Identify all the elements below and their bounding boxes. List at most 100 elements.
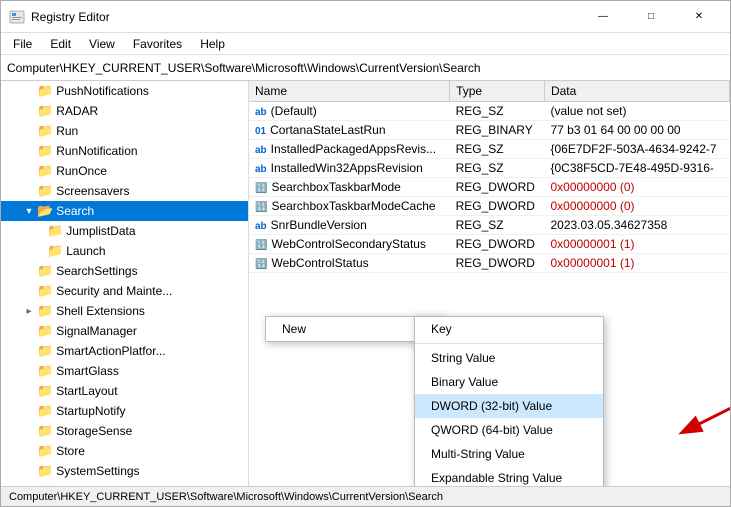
minimize-button[interactable]: — bbox=[580, 2, 626, 32]
string-icon: ab bbox=[255, 164, 267, 175]
table-row[interactable]: 01CortanaStateLastRunREG_BINARY77 b3 01 … bbox=[249, 121, 730, 140]
menu-item-file[interactable]: File bbox=[5, 35, 40, 53]
tree-item-label: RunNotification bbox=[56, 144, 137, 158]
tree-item[interactable]: 📁SearchSettings bbox=[1, 261, 248, 281]
menu-item-help[interactable]: Help bbox=[192, 35, 233, 53]
tree-item-label: Run bbox=[56, 124, 78, 138]
table-row[interactable]: abInstalledWin32AppsRevisionREG_SZ{0C38F… bbox=[249, 159, 730, 178]
tree-item[interactable]: 📁RunNotification bbox=[1, 141, 248, 161]
tree-item[interactable]: 📁SmartActionPlatfor... bbox=[1, 341, 248, 361]
title-bar-left: Registry Editor bbox=[9, 9, 110, 25]
tree-item-label: SearchSettings bbox=[56, 264, 137, 278]
menu-item-edit[interactable]: Edit bbox=[42, 35, 79, 53]
tree-item[interactable]: 📁SystemSettings bbox=[1, 461, 248, 481]
title-bar-controls: — □ ✕ bbox=[580, 2, 722, 32]
title-bar: Registry Editor — □ ✕ bbox=[1, 1, 730, 33]
maximize-button[interactable]: □ bbox=[628, 2, 674, 32]
dword-icon: 🔢 bbox=[255, 183, 267, 194]
menu-item-favorites[interactable]: Favorites bbox=[125, 35, 190, 53]
submenu-item[interactable]: Key bbox=[415, 317, 603, 341]
folder-icon: 📁 bbox=[47, 223, 63, 239]
cell-name: ab(Default) bbox=[249, 102, 450, 121]
cell-data: 0x00000000 (0) bbox=[544, 178, 729, 197]
tree-item[interactable]: 📁RADAR bbox=[1, 101, 248, 121]
cell-data: (value not set) bbox=[544, 102, 729, 121]
folder-icon: 📁 bbox=[37, 403, 53, 419]
folder-icon: 📁 bbox=[37, 83, 53, 99]
tree-item[interactable]: 📁Launch bbox=[1, 241, 248, 261]
table-row[interactable]: 🔢WebControlStatusREG_DWORD0x00000001 (1) bbox=[249, 254, 730, 273]
tree-item[interactable]: 📁Screensavers bbox=[1, 181, 248, 201]
tree-item[interactable]: 📁StorageSense bbox=[1, 421, 248, 441]
tree-item[interactable]: 📁StartupNotify bbox=[1, 401, 248, 421]
cell-name-text: SearchboxTaskbarMode bbox=[271, 180, 400, 194]
menu-item-view[interactable]: View bbox=[81, 35, 123, 53]
tree-item-label: StartupNotify bbox=[56, 404, 125, 418]
submenu-item[interactable]: Binary Value bbox=[415, 370, 603, 394]
tree-item[interactable]: 📁Run bbox=[1, 121, 248, 141]
submenu-overlay: Key String ValueBinary ValueDWORD (32-bit… bbox=[414, 316, 604, 486]
cell-type: REG_DWORD bbox=[450, 197, 545, 216]
folder-icon: 📁 bbox=[37, 423, 53, 439]
table-row[interactable]: ab(Default)REG_SZ(value not set) bbox=[249, 102, 730, 121]
cell-type: REG_SZ bbox=[450, 159, 545, 178]
cell-name-text: WebControlStatus bbox=[271, 256, 368, 270]
tree-item-label: SignalManager bbox=[56, 324, 137, 338]
cell-type: REG_DWORD bbox=[450, 178, 545, 197]
tree-item-label: Screensavers bbox=[56, 184, 129, 198]
tree-item[interactable]: 📁PushNotifications bbox=[1, 81, 248, 101]
folder-icon: 📁 bbox=[47, 243, 63, 259]
folder-icon: 📁 bbox=[37, 163, 53, 179]
status-bar: Computer\HKEY_CURRENT_USER\Software\Micr… bbox=[1, 486, 730, 506]
folder-icon: 📁 bbox=[37, 123, 53, 139]
cell-data: 0x00000001 (1) bbox=[544, 254, 729, 273]
folder-icon: 📁 bbox=[37, 103, 53, 119]
table-row[interactable]: abSnrBundleVersionREG_SZ2023.03.05.34627… bbox=[249, 216, 730, 235]
tree-item[interactable]: 📁Security and Mainte... bbox=[1, 281, 248, 301]
right-pane: Name Type Data ab(Default)REG_SZ(value n… bbox=[249, 81, 730, 486]
string-icon: ab bbox=[255, 145, 267, 156]
tree-item-label: Launch bbox=[66, 244, 105, 258]
cell-type: REG_SZ bbox=[450, 140, 545, 159]
tree-item-label: Shell Extensions bbox=[56, 304, 145, 318]
tree-item-label: StorageSense bbox=[56, 424, 132, 438]
col-type: Type bbox=[450, 81, 545, 102]
submenu-item[interactable]: String Value bbox=[415, 346, 603, 370]
folder-icon: 📁 bbox=[37, 363, 53, 379]
submenu-item[interactable]: DWORD (32-bit) Value bbox=[415, 394, 603, 418]
tree-chevron-icon: ▸ bbox=[21, 306, 37, 317]
cell-data: 77 b3 01 64 00 00 00 00 bbox=[544, 121, 729, 140]
tree-item[interactable]: 📁StartLayout bbox=[1, 381, 248, 401]
tree-item[interactable]: 📁SmartGlass bbox=[1, 361, 248, 381]
cell-type: REG_DWORD bbox=[450, 235, 545, 254]
submenu: Key String ValueBinary ValueDWORD (32-bit… bbox=[414, 316, 604, 486]
tree-item[interactable]: ▸📁Shell Extensions bbox=[1, 301, 248, 321]
cell-name-text: SearchboxTaskbarModeCache bbox=[271, 199, 435, 213]
tree-item[interactable]: 📁JumplistData bbox=[1, 221, 248, 241]
string-icon: ab bbox=[255, 221, 267, 232]
tree-item[interactable]: 📁Store bbox=[1, 441, 248, 461]
cell-type: REG_SZ bbox=[450, 102, 545, 121]
registry-editor-window: Registry Editor — □ ✕ FileEditViewFavori… bbox=[0, 0, 731, 507]
cell-name: abInstalledPackagedAppsRevis... bbox=[249, 140, 450, 159]
tree-item[interactable]: ▾📂Search bbox=[1, 201, 248, 221]
cell-name-text: (Default) bbox=[271, 104, 317, 118]
registry-icon bbox=[9, 9, 25, 25]
submenu-item[interactable]: Expandable String Value bbox=[415, 466, 603, 486]
table-row[interactable]: 🔢WebControlSecondaryStatusREG_DWORD0x000… bbox=[249, 235, 730, 254]
cell-name-text: InstalledWin32AppsRevision bbox=[271, 161, 423, 175]
tree-item[interactable]: 📁SignalManager bbox=[1, 321, 248, 341]
folder-icon: 📁 bbox=[37, 463, 53, 479]
cell-data: {06E7DF2F-503A-4634-9242-7 bbox=[544, 140, 729, 159]
table-row[interactable]: 🔢SearchboxTaskbarModeCacheREG_DWORD0x000… bbox=[249, 197, 730, 216]
folder-icon: 📁 bbox=[37, 183, 53, 199]
cell-data: 0x00000000 (0) bbox=[544, 197, 729, 216]
cell-name: 🔢 SearchboxTaskbarMode bbox=[249, 178, 450, 197]
table-row[interactable]: abInstalledPackagedAppsRevis...REG_SZ{06… bbox=[249, 140, 730, 159]
table-row[interactable]: 🔢 SearchboxTaskbarMode REG_DWORD0x00000000… bbox=[249, 178, 730, 197]
submenu-item[interactable]: QWORD (64-bit) Value bbox=[415, 418, 603, 442]
tree-item-label: StartLayout bbox=[56, 384, 117, 398]
tree-item[interactable]: 📁RunOnce bbox=[1, 161, 248, 181]
close-button[interactable]: ✕ bbox=[676, 2, 722, 32]
submenu-item[interactable]: Multi-String Value bbox=[415, 442, 603, 466]
